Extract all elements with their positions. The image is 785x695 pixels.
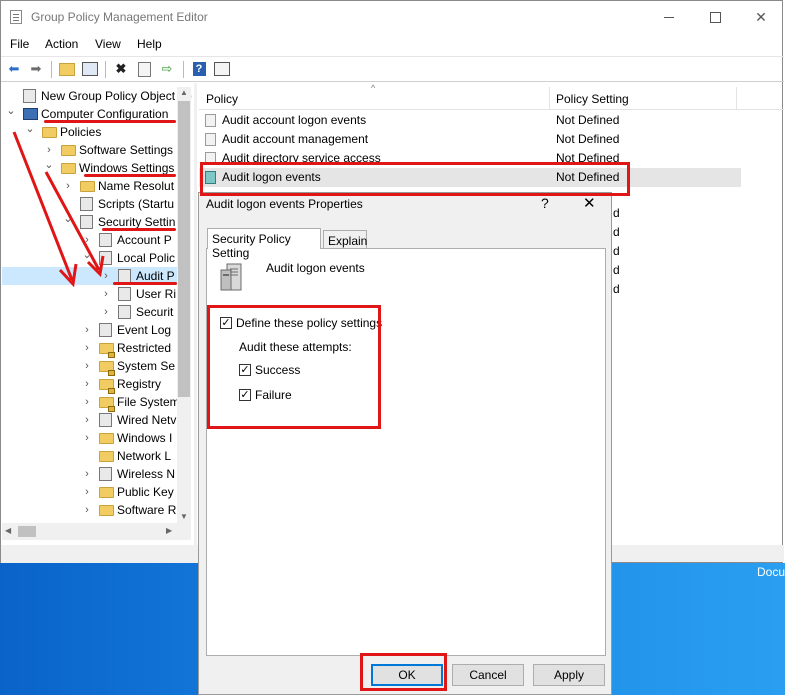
annotation-arrows <box>12 131 105 288</box>
tab-label: Security Policy Setting <box>212 232 291 260</box>
tab-security-policy-setting[interactable]: Security Policy Setting <box>207 228 321 260</box>
